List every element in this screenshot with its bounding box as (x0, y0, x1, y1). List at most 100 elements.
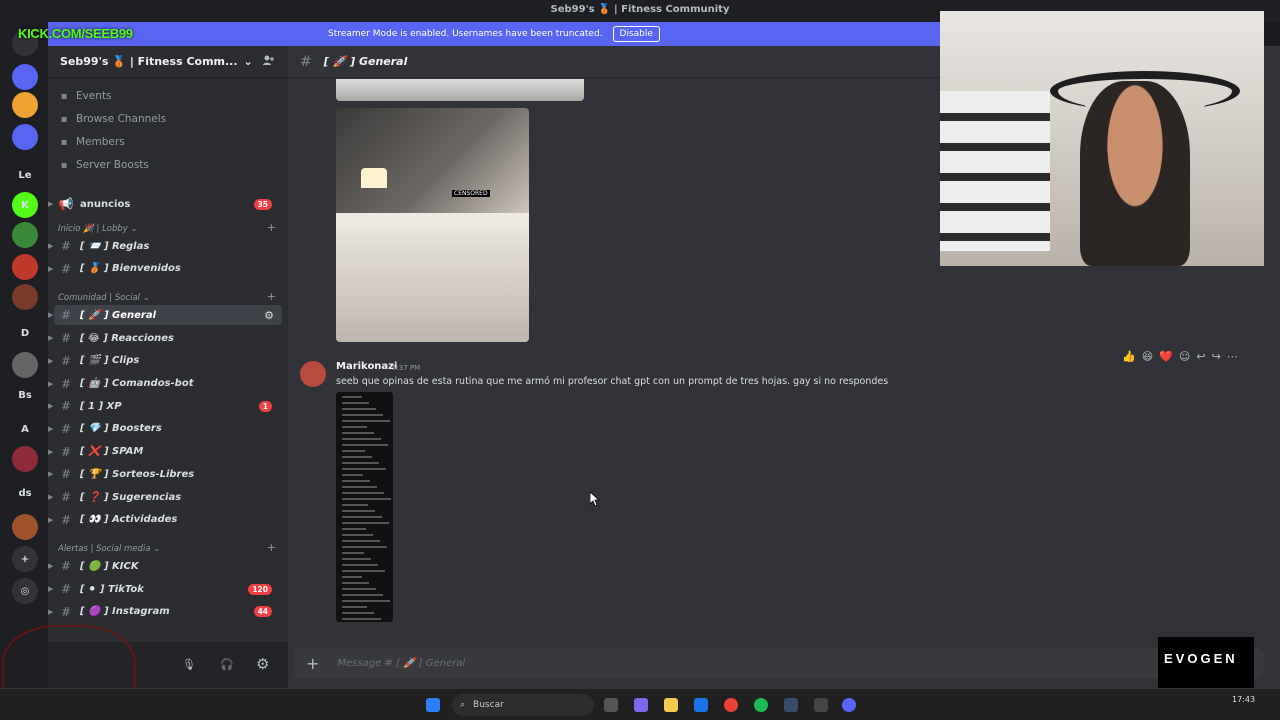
channel-item[interactable]: ▶ 📢 anuncios 35 (48, 194, 282, 214)
guild-header[interactable]: Seb99's 🥉 | Fitness Comm... ⌄ (48, 46, 288, 78)
channel-item[interactable]: ▶ # [ 1 ] XP 1 (48, 396, 282, 416)
server-icon[interactable]: A (12, 416, 38, 442)
gear-icon[interactable]: ⚙ (256, 655, 269, 673)
message-timestamp: 5:37 PM (392, 364, 421, 372)
category-header[interactable]: Alertas | Social media ⌄ (58, 544, 160, 554)
chrome-icon[interactable] (724, 698, 738, 712)
add-server-icon[interactable]: + (12, 546, 38, 572)
server-icon[interactable] (12, 446, 38, 472)
server-icon[interactable]: D (12, 320, 38, 346)
kick-brand: KICK (18, 26, 49, 41)
taskbar-search[interactable]: ⌕ Buscar (452, 694, 594, 716)
invite-icon[interactable] (262, 54, 274, 69)
unread-badge: 120 (248, 583, 272, 595)
add-attachment-icon[interactable]: + (306, 654, 319, 673)
expand-arrow-icon: ▶ (48, 334, 54, 343)
expand-arrow-icon: ▶ (48, 562, 54, 571)
channel-item[interactable]: ▶ # [ 🥉 ] Bienvenidos (48, 259, 282, 279)
spotify-icon[interactable] (754, 698, 768, 712)
microphone-icon[interactable]: 🎙 (182, 658, 196, 671)
hash-icon: # (60, 331, 72, 346)
attachment-image-bedroom[interactable]: CENSORED (336, 108, 529, 342)
add-channel-icon[interactable]: + (267, 290, 276, 303)
channel-label: [ 🚀 ] General (80, 309, 157, 321)
channel-label: [ 🎬 ] Clips (80, 355, 140, 367)
channel-item[interactable]: ▶ # [ 🎬 ] Clips (48, 351, 282, 371)
steam-icon[interactable] (784, 698, 798, 712)
store-icon[interactable] (694, 698, 708, 712)
message-composer[interactable]: + Message # [ 🚀 ] General (294, 648, 1264, 678)
server-icon[interactable]: ds (12, 480, 38, 506)
channel-item[interactable]: ▶ # [ 👀 ] Actividades (48, 510, 282, 530)
channel-item[interactable]: ▶ # [ ❌ ] SPAM (48, 442, 282, 462)
channel-item[interactable]: ▶ # [ 😂 ] Reacciones (48, 328, 282, 348)
server-icon[interactable] (12, 514, 38, 540)
category-header[interactable]: Inicio 🎉 | Lobby ⌄ (58, 224, 138, 234)
nav-boost[interactable]: ▪ Server Boosts (58, 159, 149, 171)
server-icon[interactable]: K (12, 192, 38, 218)
message-input[interactable]: Message # [ 🚀 ] General (337, 658, 465, 669)
channel-item[interactable]: ▶ # [ 🤖 ] Comandos-bot (48, 374, 282, 394)
chevron-down-icon[interactable]: ⌄ (244, 55, 253, 68)
more-options-icon[interactable]: ⋯ (1227, 350, 1238, 363)
windows-start-icon[interactable] (426, 698, 440, 712)
server-icon[interactable] (12, 284, 38, 310)
grin-reaction-icon[interactable]: 😆 (1142, 350, 1153, 363)
headphones-icon[interactable]: 🎧 (220, 658, 234, 671)
expand-arrow-icon: ▶ (48, 585, 54, 594)
nav-browse[interactable]: ▪ Browse Channels (58, 113, 167, 125)
channel-item[interactable]: ▶ # [ 💎 ] Boosters (48, 419, 282, 439)
add-reaction-icon[interactable]: ☺ (1179, 350, 1190, 363)
avatar[interactable] (300, 361, 326, 387)
file-explorer-icon[interactable] (664, 698, 678, 712)
channel-item[interactable]: ▶ # [ 🏆 ] Sorteos-Libres (48, 464, 282, 484)
channel-item[interactable]: ▶ # [ ❓ ] Sugerencias (48, 487, 282, 507)
obs-icon[interactable] (814, 698, 828, 712)
category-header[interactable]: Comunidad | Social ⌄ (58, 293, 150, 303)
server-icon[interactable] (12, 352, 38, 378)
channel-settings-icon[interactable]: ⚙ (264, 309, 274, 322)
reply-icon[interactable]: ↩ (1196, 350, 1205, 363)
heart-reaction-icon[interactable]: ❤️ (1159, 350, 1173, 363)
channel-item[interactable]: ▶ # [ 🚀 ] General ⚙ (48, 305, 282, 326)
discord-icon[interactable] (842, 698, 856, 712)
nav-label: Browse Channels (76, 113, 167, 125)
thumbs-up-reaction-icon[interactable]: 👍 (1122, 350, 1136, 363)
expand-arrow-icon: ▶ (48, 607, 54, 616)
clock: 17:43 (1232, 695, 1256, 704)
channel-item[interactable]: ▶ # [ 🟣 ] Instagram 44 (48, 602, 282, 622)
server-icon[interactable]: Bs (12, 382, 38, 408)
unread-badge: 44 (253, 606, 272, 618)
nav-calendar[interactable]: ▪ Events (58, 90, 112, 102)
add-channel-icon[interactable]: + (267, 541, 276, 554)
expand-arrow-icon: ▶ (48, 424, 54, 433)
calendar-icon: ▪ (60, 90, 68, 102)
server-icon[interactable] (12, 92, 38, 118)
server-icon[interactable] (12, 254, 38, 280)
add-channel-icon[interactable]: + (267, 221, 276, 234)
attachment-image-document[interactable] (336, 392, 393, 622)
channel-label: [ 🏆 ] Sorteos-Libres (80, 468, 195, 480)
kick-overlay: KICK.COM/SEEB99 (18, 26, 133, 41)
channel-item[interactable]: ▶ # [ ⚫ ] TikTok 120 (48, 579, 282, 599)
expand-arrow-icon: ▶ (48, 515, 54, 524)
hash-icon: 📢 (58, 197, 74, 211)
disable-streamer-mode-button[interactable]: Disable (612, 26, 660, 42)
hash-icon: # (60, 559, 72, 574)
message-author[interactable]: Marikonazi (336, 361, 397, 372)
widgets-icon[interactable] (634, 698, 648, 712)
task-view-icon[interactable] (604, 698, 618, 712)
forward-icon[interactable]: ↪ (1212, 350, 1221, 363)
server-icon[interactable] (12, 222, 38, 248)
channel-item[interactable]: ▶ # [ 🟢 ] KICK (48, 556, 282, 576)
hash-icon: # (60, 582, 72, 597)
server-icon[interactable] (12, 64, 38, 90)
server-icon[interactable]: Le (12, 162, 38, 188)
message-actions-bar: 👍 😆 ❤️ ☺ ↩ ↪ ⋯ (1122, 350, 1238, 363)
discover-icon[interactable]: ◎ (12, 578, 38, 604)
channel-item[interactable]: ▶ # [ 📨 ] Reglas (48, 236, 282, 256)
nav-members[interactable]: ▪ Members (58, 136, 125, 148)
nav-label: Server Boosts (76, 159, 149, 171)
attachment-image-previous[interactable] (336, 79, 584, 101)
server-icon[interactable] (12, 124, 38, 150)
